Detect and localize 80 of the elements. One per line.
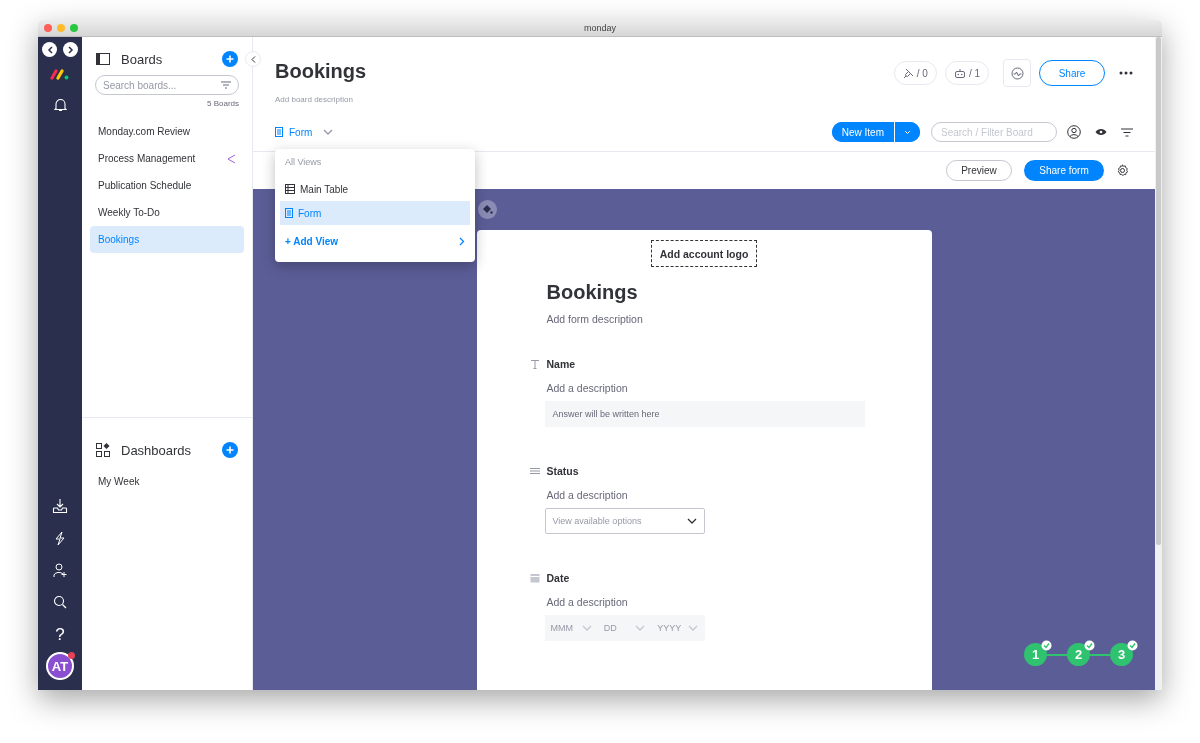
table-icon xyxy=(285,184,295,194)
new-item-menu-button[interactable] xyxy=(894,122,920,142)
settings-icon[interactable] xyxy=(1116,164,1129,177)
form-title[interactable]: Bookings xyxy=(546,281,862,304)
plug-icon xyxy=(902,67,914,79)
forward-button[interactable] xyxy=(63,42,78,57)
bell-icon[interactable] xyxy=(53,98,67,112)
board-item[interactable]: Bookings xyxy=(90,226,244,253)
add-view-button[interactable]: + Add View xyxy=(280,226,470,256)
activity-button[interactable] xyxy=(1003,59,1031,87)
plus-icon xyxy=(226,55,234,63)
chevron-down-icon xyxy=(904,129,911,135)
add-dashboard-button[interactable] xyxy=(222,442,238,458)
add-person-icon[interactable] xyxy=(52,563,68,578)
pulse-icon xyxy=(1010,66,1024,80)
add-logo-button[interactable]: Add account logo xyxy=(651,240,757,267)
board-item[interactable]: Publication Schedule xyxy=(90,172,244,199)
view-menu-item[interactable]: Form xyxy=(280,201,470,225)
lines-icon xyxy=(529,466,540,476)
question-description[interactable]: Add a description xyxy=(546,382,862,394)
question-description[interactable]: Add a description xyxy=(546,596,862,608)
share-form-button[interactable]: Share form xyxy=(1024,160,1104,181)
board-title[interactable]: Bookings xyxy=(275,60,894,83)
collapse-button[interactable] xyxy=(245,51,261,67)
chevron-right-icon xyxy=(67,45,74,54)
more-options-button[interactable] xyxy=(1119,71,1133,75)
window-title: monday xyxy=(584,23,616,33)
chevron-down-icon xyxy=(686,518,697,524)
filter-icon[interactable] xyxy=(1121,127,1133,137)
paint-bucket-button[interactable] xyxy=(478,200,497,219)
dashboard-item[interactable]: My Week xyxy=(90,468,244,495)
board-item[interactable]: Process Management xyxy=(90,145,244,172)
preview-button[interactable]: Preview xyxy=(946,160,1012,181)
text-type-icon xyxy=(529,359,540,369)
share-button[interactable]: Share xyxy=(1039,60,1105,86)
board-item[interactable]: Monday.com Review xyxy=(90,118,244,145)
answer-field[interactable]: Answer will be written here xyxy=(544,401,865,427)
search-icon[interactable] xyxy=(53,595,67,609)
eye-icon[interactable] xyxy=(1095,128,1107,136)
add-board-button[interactable] xyxy=(222,51,238,67)
chevron-left-icon xyxy=(250,55,256,63)
robot-icon xyxy=(953,67,966,79)
form-icon xyxy=(285,208,293,218)
question-label[interactable]: Status xyxy=(546,465,862,477)
paint-bucket-icon xyxy=(482,204,493,215)
form-description[interactable]: Add form description xyxy=(546,313,862,325)
chevron-down-icon xyxy=(688,625,699,631)
options-dropdown[interactable]: View available options xyxy=(544,508,705,534)
board-description[interactable]: Add board description xyxy=(275,95,894,104)
chevron-right-icon xyxy=(459,236,465,246)
user-avatar[interactable]: AT xyxy=(46,652,74,680)
view-selector[interactable]: Form xyxy=(275,126,334,138)
chevron-down-icon xyxy=(635,625,646,631)
integrations-button[interactable]: / 0 xyxy=(893,61,937,85)
download-icon[interactable] xyxy=(52,498,68,514)
view-menu-item[interactable]: Main Table xyxy=(280,177,470,201)
question-description[interactable]: Add a description xyxy=(546,489,862,501)
question-label[interactable]: Name xyxy=(546,358,862,370)
chevron-down-icon xyxy=(581,625,592,631)
sidebar-panel-icon xyxy=(96,53,110,65)
logo-icon[interactable] xyxy=(50,69,70,80)
board-item[interactable]: Weekly To-Do xyxy=(90,199,244,226)
menu-heading: All Views xyxy=(284,156,323,169)
back-button[interactable] xyxy=(42,42,57,57)
chevron-down-icon xyxy=(323,129,334,135)
form-icon xyxy=(275,127,283,137)
boards-heading: Boards xyxy=(121,51,164,67)
dashboards-heading: Dashboards xyxy=(121,442,193,458)
help-button[interactable]: ? xyxy=(55,626,65,644)
lightning-icon[interactable] xyxy=(54,531,66,546)
calendar-icon xyxy=(529,573,540,583)
automations-button[interactable]: / 1 xyxy=(944,61,989,85)
chevron-left-icon xyxy=(46,45,53,54)
scrollbar-thumb[interactable] xyxy=(1156,37,1161,545)
more-icon xyxy=(1119,71,1133,75)
plus-icon xyxy=(226,446,234,454)
person-icon[interactable] xyxy=(1067,125,1081,139)
question-label[interactable]: Date xyxy=(546,572,862,584)
dashboard-grid-icon xyxy=(96,443,110,457)
boards-count: 5 Boards xyxy=(205,98,240,108)
